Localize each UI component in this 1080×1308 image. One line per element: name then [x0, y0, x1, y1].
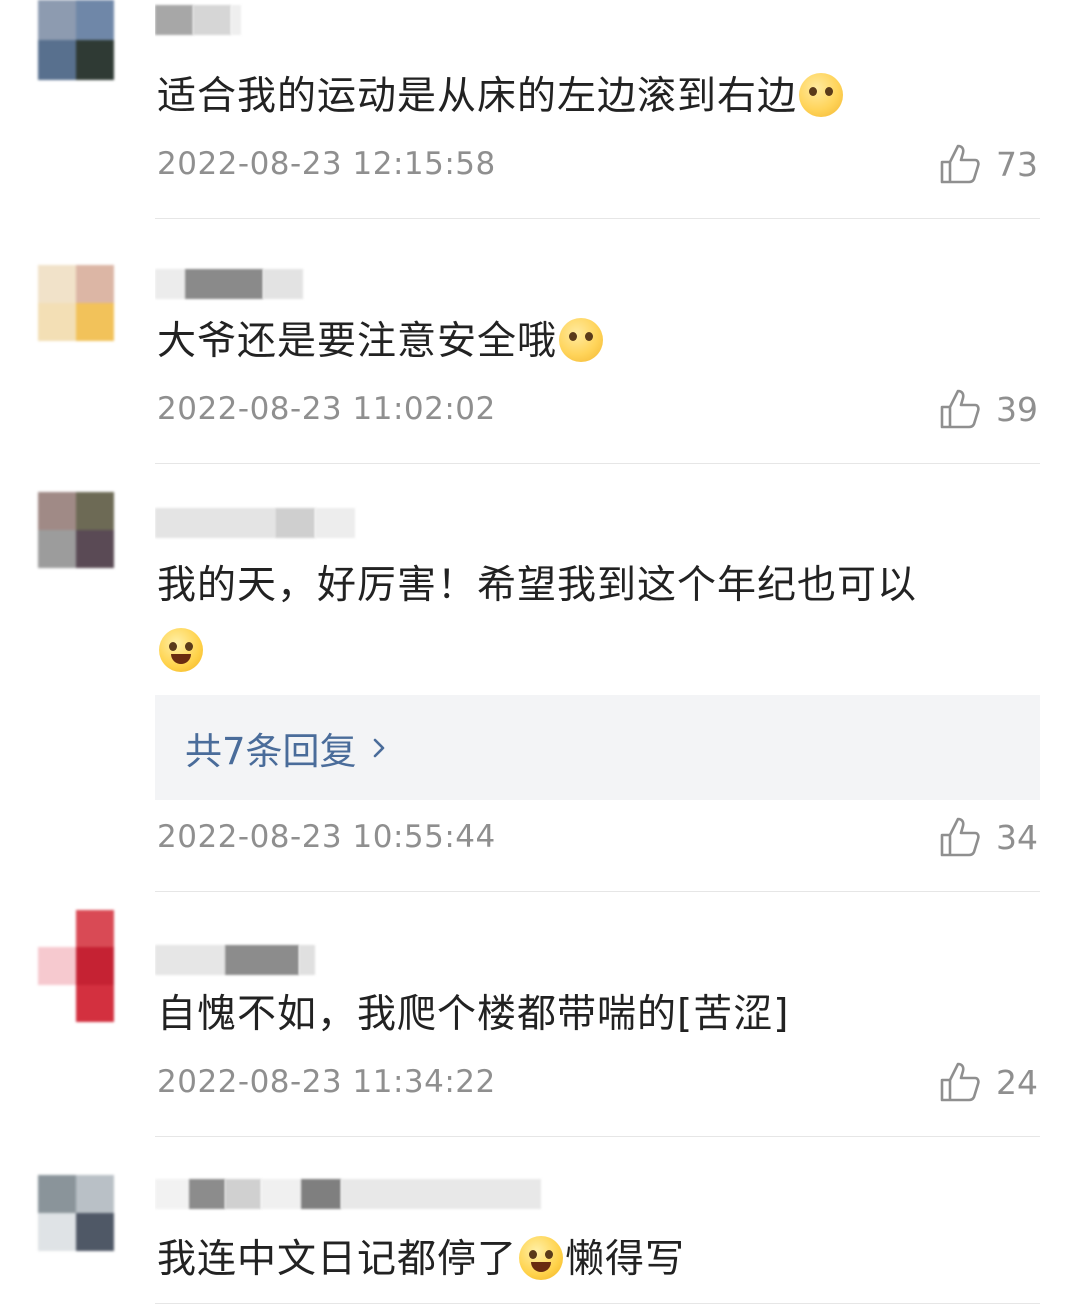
flushed-face-emoji-icon [799, 73, 844, 117]
comment-text: 自愧不如，我爬个楼都带喘的[苦涩] [157, 982, 1037, 1048]
username-blurred[interactable] [155, 1176, 575, 1212]
comment-body: 自愧不如，我爬个楼都带喘的[苦涩] [157, 992, 790, 1037]
avatar[interactable] [38, 910, 114, 1022]
like-count: 39 [996, 389, 1038, 429]
comment-text: 我连中文日记都停了 懒得写 [157, 1227, 1037, 1293]
comment-timestamp: 2022-08-23 11:02:02 [157, 391, 496, 427]
comment-body-end: 懒得写 [565, 1237, 686, 1282]
divider [155, 1136, 1040, 1137]
avatar[interactable] [38, 0, 114, 80]
like-button[interactable]: 34 [938, 815, 1038, 859]
thumbs-up-icon [940, 389, 980, 429]
avatar[interactable] [38, 265, 114, 341]
chevron-right-icon [373, 738, 384, 757]
blushing-heart-emoji-icon [559, 318, 604, 362]
view-replies-button[interactable]: 共7条回复 [155, 695, 1040, 800]
divider [155, 1303, 1040, 1304]
avatar[interactable] [38, 492, 114, 568]
comment-timestamp: 2022-08-23 12:15:58 [157, 146, 496, 182]
laughing-crying-emoji-icon [519, 1236, 564, 1280]
laughing-crying-emoji-icon [159, 628, 203, 672]
thumbs-up-icon [940, 144, 980, 184]
comment-text: 我的天，好厉害！希望我到这个年纪也可以 [157, 553, 1037, 685]
like-button[interactable]: 24 [938, 1060, 1038, 1104]
divider [155, 463, 1040, 464]
divider [155, 218, 1040, 219]
like-count: 24 [996, 1062, 1038, 1102]
like-button[interactable]: 73 [938, 142, 1038, 186]
username-blurred[interactable] [155, 505, 375, 541]
username-blurred[interactable] [155, 2, 315, 38]
comment-timestamp: 2022-08-23 11:34:22 [157, 1064, 496, 1100]
thumbs-up-icon [940, 817, 980, 857]
like-count: 34 [996, 817, 1038, 857]
comment-text: 大爷还是要注意安全哦 [157, 309, 1037, 375]
comment-body: 适合我的运动是从床的左边滚到右边 [157, 74, 798, 119]
divider [155, 891, 1040, 892]
comment-text: 适合我的运动是从床的左边滚到右边 [157, 64, 1037, 130]
like-count: 73 [996, 144, 1038, 184]
reply-count-label: 共7条回复 [185, 729, 357, 773]
avatar[interactable] [38, 1175, 114, 1251]
comment-body: 我的天，好厉害！希望我到这个年纪也可以 [157, 563, 918, 608]
comment-body: 我连中文日记都停了 [157, 1237, 518, 1282]
username-blurred[interactable] [155, 266, 315, 302]
like-button[interactable]: 39 [938, 387, 1038, 431]
comment-body: 大爷还是要注意安全哦 [157, 319, 558, 364]
username-blurred[interactable] [155, 942, 325, 978]
thumbs-up-icon [940, 1062, 980, 1102]
comment-timestamp: 2022-08-23 10:55:44 [157, 819, 496, 855]
